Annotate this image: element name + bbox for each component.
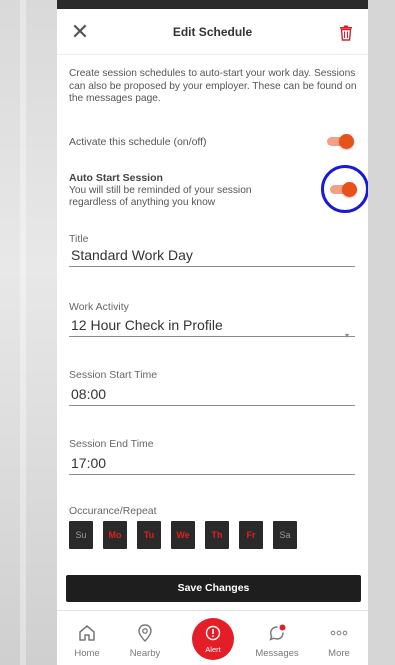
- day-monday[interactable]: Mo: [103, 521, 127, 549]
- location-pin-icon: [138, 624, 152, 642]
- day-sunday[interactable]: Su: [69, 521, 93, 549]
- work-activity-label: Work Activity: [69, 301, 129, 313]
- repeat-label: Occurance/Repeat: [69, 505, 157, 517]
- toggle-knob: [339, 134, 354, 149]
- day-friday[interactable]: Fr: [239, 521, 263, 549]
- day-selector: Su Mo Tu We Th Fr Sa: [69, 521, 329, 549]
- auto-start-subtitle: You will still be reminded of your sessi…: [69, 185, 252, 208]
- save-changes-button[interactable]: Save Changes: [66, 575, 361, 602]
- title-label: Title: [69, 233, 89, 245]
- work-activity-underline: [69, 336, 355, 337]
- tab-nearby[interactable]: Nearby: [119, 611, 171, 665]
- end-time-underline: [69, 474, 355, 475]
- header-bar: ✕ Edit Schedule: [57, 9, 368, 55]
- day-thursday[interactable]: Th: [205, 521, 229, 549]
- activate-label: Activate this schedule (on/off): [69, 136, 207, 148]
- highlight-circle: [321, 165, 368, 213]
- end-time-label: Session End Time: [69, 438, 154, 450]
- start-time-underline: [69, 405, 355, 406]
- intro-text: Create session schedules to auto-start y…: [69, 68, 357, 104]
- background-left: [0, 0, 57, 665]
- activate-toggle[interactable]: [327, 134, 355, 149]
- auto-start-title: Auto Start Session: [69, 172, 163, 184]
- day-wednesday[interactable]: We: [171, 521, 195, 549]
- day-tuesday[interactable]: Tu: [137, 521, 161, 549]
- start-time-label: Session Start Time: [69, 369, 158, 381]
- tab-messages-label: Messages: [255, 648, 299, 659]
- alert-button[interactable]: Alert: [192, 618, 234, 660]
- home-icon: [79, 625, 95, 641]
- tab-nearby-label: Nearby: [129, 648, 161, 659]
- tab-home[interactable]: Home: [61, 611, 113, 665]
- day-saturday[interactable]: Sa: [273, 521, 297, 549]
- work-activity-select[interactable]: 12 Hour Check in Profile: [71, 317, 223, 333]
- background-right: [368, 0, 395, 665]
- tab-more[interactable]: More: [313, 611, 365, 665]
- tab-more-label: More: [328, 648, 350, 659]
- start-time-input[interactable]: 08:00: [71, 386, 106, 402]
- alert-icon: [205, 625, 221, 641]
- end-time-input[interactable]: 17:00: [71, 455, 106, 471]
- trash-icon[interactable]: [339, 25, 353, 41]
- page-title: Edit Schedule: [172, 25, 253, 39]
- message-icon: [269, 624, 286, 641]
- title-input[interactable]: Standard Work Day: [71, 247, 193, 263]
- tab-home-label: Home: [74, 648, 100, 659]
- edit-schedule-screen: ✕ Edit Schedule Create session schedules…: [57, 9, 368, 665]
- title-underline: [69, 266, 355, 267]
- bottom-tab-bar: Home Nearby Alert Messages More: [57, 610, 368, 665]
- tab-alert-label: Alert: [205, 645, 221, 654]
- more-icon: [330, 630, 348, 636]
- tab-messages[interactable]: Messages: [251, 611, 303, 665]
